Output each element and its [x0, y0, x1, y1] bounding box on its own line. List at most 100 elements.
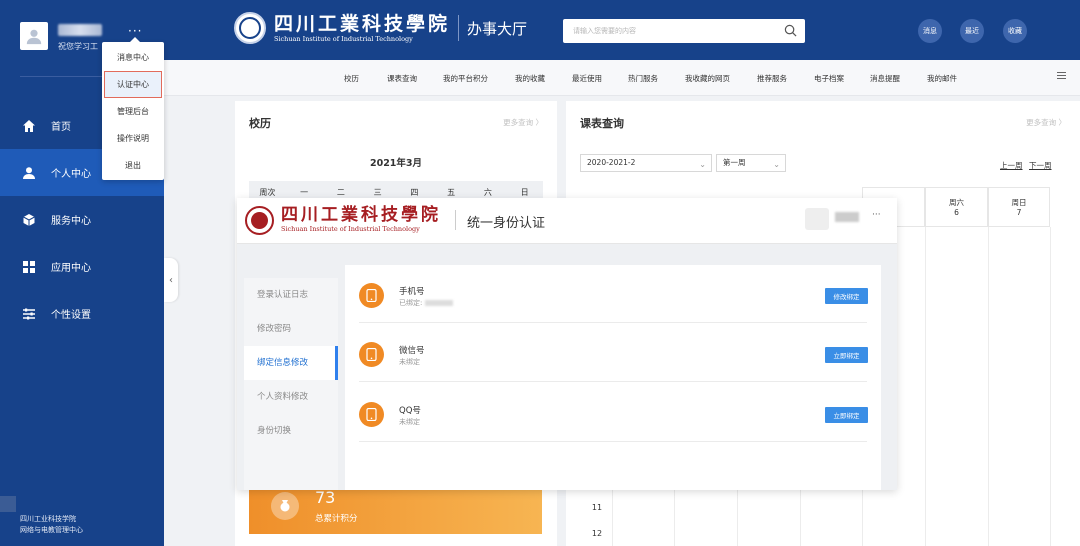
- tab-my-mail[interactable]: 我的邮件: [927, 73, 957, 84]
- binding-status: 未绑定: [399, 358, 420, 366]
- user-name-redacted: [58, 24, 102, 36]
- term-select[interactable]: 2020-2021-2 ⌄: [580, 154, 712, 172]
- week-select-value: 第一周: [723, 158, 746, 167]
- binding-status-text: 已绑定:: [399, 299, 423, 307]
- logo-english-name: Sichuan Institute of Industrial Technolo…: [274, 34, 413, 43]
- user-name-redacted: [835, 212, 859, 222]
- menu-item-instructions[interactable]: 操作说明: [104, 125, 162, 152]
- day-header-label: 周日: [1011, 198, 1027, 207]
- bind-now-button[interactable]: 立即绑定: [825, 407, 868, 423]
- auth-menu-switch-identity[interactable]: 身份切换: [244, 414, 338, 448]
- binding-name: 微信号: [399, 346, 425, 356]
- medal-icon: [271, 492, 299, 520]
- chevron-left-icon: ‹: [169, 274, 173, 286]
- binding-name: QQ号: [399, 406, 421, 416]
- auth-logo-chinese-name: 四川工業科技學院: [281, 205, 441, 225]
- tab-notifications[interactable]: 消息提醒: [870, 73, 900, 84]
- day-header-num: 6: [954, 208, 959, 217]
- menu-item-admin[interactable]: 管理后台: [104, 98, 162, 125]
- sidebar-item-service-center[interactable]: 服务中心: [0, 196, 164, 243]
- sidebar-collapse-button[interactable]: ‹: [164, 258, 178, 302]
- logo-separator: [458, 15, 460, 41]
- more-menu-button[interactable]: ···: [128, 24, 142, 38]
- tab-favorite-pages[interactable]: 我收藏的网页: [685, 73, 730, 84]
- sidebar-item-settings[interactable]: 个性设置: [0, 290, 164, 337]
- portal-title: 办事大厅: [467, 19, 528, 38]
- favorites-button[interactable]: 收藏: [1003, 19, 1027, 43]
- binding-status: 未绑定: [399, 418, 420, 426]
- auth-logo-english-name: Sichuan Institute of Industrial Technolo…: [281, 225, 420, 233]
- user-greeting: 祝您学习工: [58, 42, 98, 51]
- binding-row-qq: QQ号 未绑定 立即绑定: [359, 384, 868, 442]
- tab-recommended[interactable]: 推荐服务: [757, 73, 787, 84]
- school-seal-icon: [234, 12, 266, 44]
- binding-name: 手机号: [399, 287, 425, 297]
- sidebar-item-label: 个人中心: [51, 169, 91, 180]
- menu-item-message-center[interactable]: 消息中心: [104, 44, 162, 71]
- user-icon: [22, 166, 36, 180]
- phone-number-redacted: [424, 300, 453, 306]
- points-label: 总累计积分: [315, 514, 358, 524]
- auth-menu-login-log[interactable]: 登录认证日志: [244, 278, 338, 312]
- chevron-down-icon: ⌄: [773, 160, 780, 169]
- week-select[interactable]: 第一周 ⌄: [716, 154, 786, 172]
- tab-calendar[interactable]: 校历: [344, 73, 359, 84]
- more-query-link[interactable]: 更多查询 〉: [1026, 117, 1066, 128]
- schedule-day-header: 周日 7: [988, 187, 1050, 227]
- auth-header: 四川工業科技學院 Sichuan Institute of Industrial…: [237, 198, 897, 244]
- points-value: 73: [315, 488, 336, 507]
- search-icon[interactable]: [784, 24, 797, 37]
- binding-row-phone: 手机号 已绑定: 修改绑定: [359, 265, 868, 323]
- quick-nav-bar: 校历 课表查询 我的平台积分 我的收藏 最近使用 热门服务 我收藏的网页 推荐服…: [164, 60, 1080, 96]
- cube-icon: [22, 213, 36, 227]
- tab-platform-points[interactable]: 我的平台积分: [443, 73, 488, 84]
- tab-my-favorites[interactable]: 我的收藏: [515, 73, 545, 84]
- sidebar-item-app-center[interactable]: 应用中心: [0, 243, 164, 290]
- search-placeholder: 请输入您需要的内容: [573, 27, 636, 35]
- auth-side-menu: 登录认证日志 修改密码 绑定信息修改 个人资料修改 身份切换: [244, 278, 338, 490]
- binding-panel: 手机号 已绑定: 修改绑定 微信号 未绑定 立即绑定 QQ号 未绑定 立即绑定: [345, 265, 881, 490]
- prev-week-link[interactable]: 上一周: [1000, 160, 1023, 171]
- card-title: 课表查询: [580, 117, 624, 130]
- schedule-grid-line: [925, 227, 926, 546]
- tab-e-archive[interactable]: 电子档案: [814, 73, 844, 84]
- schedule-grid-line: [988, 227, 989, 546]
- sliders-icon: [22, 307, 36, 321]
- menu-item-auth-center[interactable]: 认证中心: [104, 71, 162, 98]
- messages-button[interactable]: 消息: [918, 19, 942, 43]
- auth-menu-change-password[interactable]: 修改密码: [244, 312, 338, 346]
- footer-org-line2: 网络与电教管理中心: [20, 526, 83, 534]
- avatar[interactable]: [20, 22, 48, 50]
- auth-menu-profile[interactable]: 个人资料修改: [244, 380, 338, 414]
- sidebar-item-label: 服务中心: [51, 216, 91, 227]
- user-dropdown-menu: 消息中心 认证中心 管理后台 操作说明 退出: [102, 37, 164, 180]
- header-separator: [455, 210, 456, 230]
- modify-binding-button[interactable]: 修改绑定: [825, 288, 868, 304]
- sidebar-footer: 四川工业科技学院 网络与电教管理中心: [0, 492, 164, 546]
- tab-recent[interactable]: 最近使用: [572, 73, 602, 84]
- phone-icon: [359, 283, 384, 308]
- sidebar-item-label: 首页: [51, 122, 71, 133]
- term-select-value: 2020-2021-2: [587, 158, 636, 167]
- tab-schedule[interactable]: 课表查询: [387, 73, 417, 84]
- top-header: 四川工業科技學院 Sichuan Institute of Industrial…: [164, 0, 1080, 60]
- site-logo[interactable]: 四川工業科技學院 Sichuan Institute of Industrial…: [234, 12, 527, 44]
- chevron-down-icon: ⌄: [699, 160, 706, 169]
- recent-button[interactable]: 最近: [960, 19, 984, 43]
- menu-item-logout[interactable]: 退出: [104, 152, 162, 179]
- avatar[interactable]: [805, 208, 829, 230]
- school-seal-icon: [245, 206, 274, 235]
- phone-icon: [359, 342, 384, 367]
- search-input[interactable]: 请输入您需要的内容: [563, 19, 805, 43]
- schedule-row-number: 12: [591, 529, 603, 538]
- hamburger-icon[interactable]: [1057, 72, 1066, 81]
- day-header-label: 周六: [949, 198, 964, 207]
- bind-now-button[interactable]: 立即绑定: [825, 347, 868, 363]
- auth-menu-binding-info[interactable]: 绑定信息修改: [244, 346, 338, 380]
- auth-more-button[interactable]: ···: [872, 210, 881, 220]
- day-header-num: 7: [1016, 208, 1022, 217]
- card-title: 校历: [249, 117, 271, 130]
- tab-hot-services[interactable]: 热门服务: [628, 73, 658, 84]
- more-query-link[interactable]: 更多查询 〉: [503, 117, 543, 128]
- next-week-link[interactable]: 下一周: [1029, 160, 1052, 171]
